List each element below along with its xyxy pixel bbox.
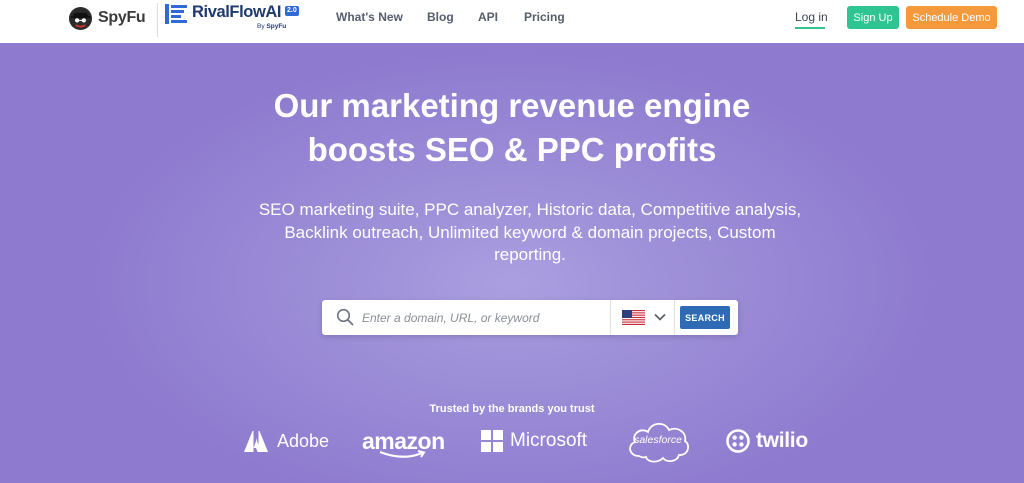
rivalflow-by-brand: SpyFu	[266, 23, 287, 30]
hero-headline-line-1: Our marketing revenue engine	[273, 87, 751, 124]
search-divider-2	[674, 300, 675, 335]
nav-link-api[interactable]: API	[478, 10, 498, 24]
adobe-icon	[244, 430, 268, 452]
spyfu-logo-text: SpyFu	[98, 9, 146, 26]
salesforce-logo-text: salesforce	[634, 434, 682, 446]
hero-subhead-line-2: Backlink outreach, Unlimited keyword & d…	[284, 222, 776, 242]
hero-headline-line-2: boosts SEO & PPC profits	[307, 131, 717, 168]
logo-divider	[157, 3, 158, 37]
signup-button[interactable]: Sign Up	[847, 6, 899, 29]
microsoft-grid-icon	[481, 430, 503, 452]
country-selector[interactable]	[611, 300, 675, 335]
login-link[interactable]: Log in	[795, 10, 828, 24]
rivalflow-version-badge: 2.0	[285, 6, 299, 16]
us-flag-icon	[622, 310, 645, 325]
rivalflow-by-prefix: By	[257, 23, 265, 30]
hero-subhead-line-3: reporting.	[494, 245, 566, 264]
hero-subhead: SEO marketing suite, PPC analyzer, Histo…	[230, 199, 830, 267]
twilio-icon	[726, 429, 750, 453]
spyfu-spy-icon	[68, 6, 93, 30]
nav-link-blog[interactable]: Blog	[427, 10, 454, 24]
search-button[interactable]: SEARCH	[680, 306, 730, 329]
hero-headline: Our marketing revenue engine boosts SEO …	[0, 84, 1024, 172]
login-underline	[795, 27, 825, 29]
adobe-logo: Adobe	[244, 428, 329, 454]
twilio-logo-text: twilio	[756, 429, 808, 452]
salesforce-logo: salesforce	[625, 418, 691, 464]
top-nav: SpyFu RivalFlowAI 2.0 By SpyFu What's Ne…	[0, 0, 1024, 43]
adobe-logo-text: Adobe	[277, 430, 330, 451]
search-icon	[336, 308, 354, 326]
amazon-smile-icon	[379, 450, 426, 458]
search-bar: SEARCH	[322, 300, 738, 335]
nav-link-whats-new[interactable]: What's New	[336, 10, 403, 24]
chevron-down-icon	[654, 313, 666, 321]
twilio-logo: twilio	[726, 428, 808, 454]
amazon-logo: amazon	[362, 426, 448, 462]
spyfu-logo[interactable]: SpyFu	[68, 5, 146, 31]
hero-subhead-line-1: SEO marketing suite, PPC analyzer, Histo…	[258, 200, 802, 219]
nav-link-pricing[interactable]: Pricing	[524, 10, 565, 24]
microsoft-logo: Microsoft	[481, 429, 587, 453]
rivalflow-bars-icon	[165, 4, 187, 24]
microsoft-logo-text: Microsoft	[510, 430, 588, 451]
schedule-demo-button[interactable]: Schedule Demo	[906, 6, 997, 29]
search-input[interactable]	[362, 300, 608, 335]
trusted-brands-heading: Trusted by the brands you trust	[429, 403, 595, 415]
rivalflow-by-line: By SpyFu	[257, 23, 286, 30]
rivalflow-logo-text: RivalFlowAI	[192, 3, 282, 21]
